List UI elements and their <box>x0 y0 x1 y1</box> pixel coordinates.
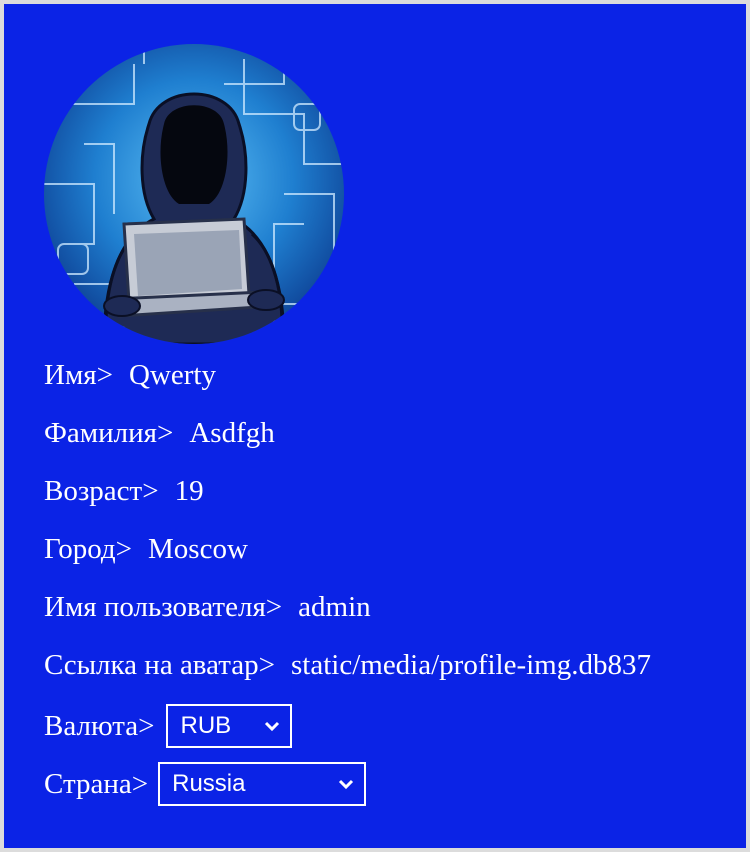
chevron-down-icon <box>265 721 280 732</box>
chevron-down-icon <box>339 779 354 790</box>
hooded-hacker-avatar-icon <box>44 44 344 344</box>
currency-label: Валюта> <box>44 710 155 742</box>
age-label: Возраст> <box>44 475 159 507</box>
first-name-label: Имя> <box>44 359 113 391</box>
country-selected-value: Russia <box>172 770 246 797</box>
city-label: Город> <box>44 533 132 565</box>
city-value: Moscow <box>148 533 248 565</box>
profile-panel: Имя> Qwerty Фамилия> Asdfgh Возраст> 19 … <box>4 4 746 848</box>
first-name-value: Qwerty <box>129 359 216 391</box>
country-row: Страна> Russia <box>44 762 367 806</box>
last-name-value: Asdfgh <box>189 417 275 449</box>
username-label: Имя пользователя> <box>44 591 283 623</box>
last-name-label: Фамилия> <box>44 417 174 449</box>
age-value: 19 <box>174 475 204 507</box>
currency-selected-value: RUB <box>180 712 232 739</box>
avatar-link-label: Ссылка на аватар> <box>44 649 275 681</box>
avatar-link-value: static/media/profile-img.db837 <box>291 649 651 681</box>
currency-select[interactable]: RUB <box>166 704 293 748</box>
username-value: admin <box>298 591 371 623</box>
last-name-row: Фамилия> Asdfgh <box>44 416 275 450</box>
first-name-row: Имя> Qwerty <box>44 358 216 392</box>
avatar <box>44 44 344 344</box>
username-row: Имя пользователя> admin <box>44 590 371 624</box>
country-label: Страна> <box>44 768 149 800</box>
city-row: Город> Moscow <box>44 532 248 566</box>
country-select[interactable]: Russia <box>158 762 367 806</box>
avatar-link-row: Ссылка на аватар> static/media/profile-i… <box>44 648 706 682</box>
age-row: Возраст> 19 <box>44 474 204 508</box>
currency-row: Валюта> RUB <box>44 704 293 748</box>
